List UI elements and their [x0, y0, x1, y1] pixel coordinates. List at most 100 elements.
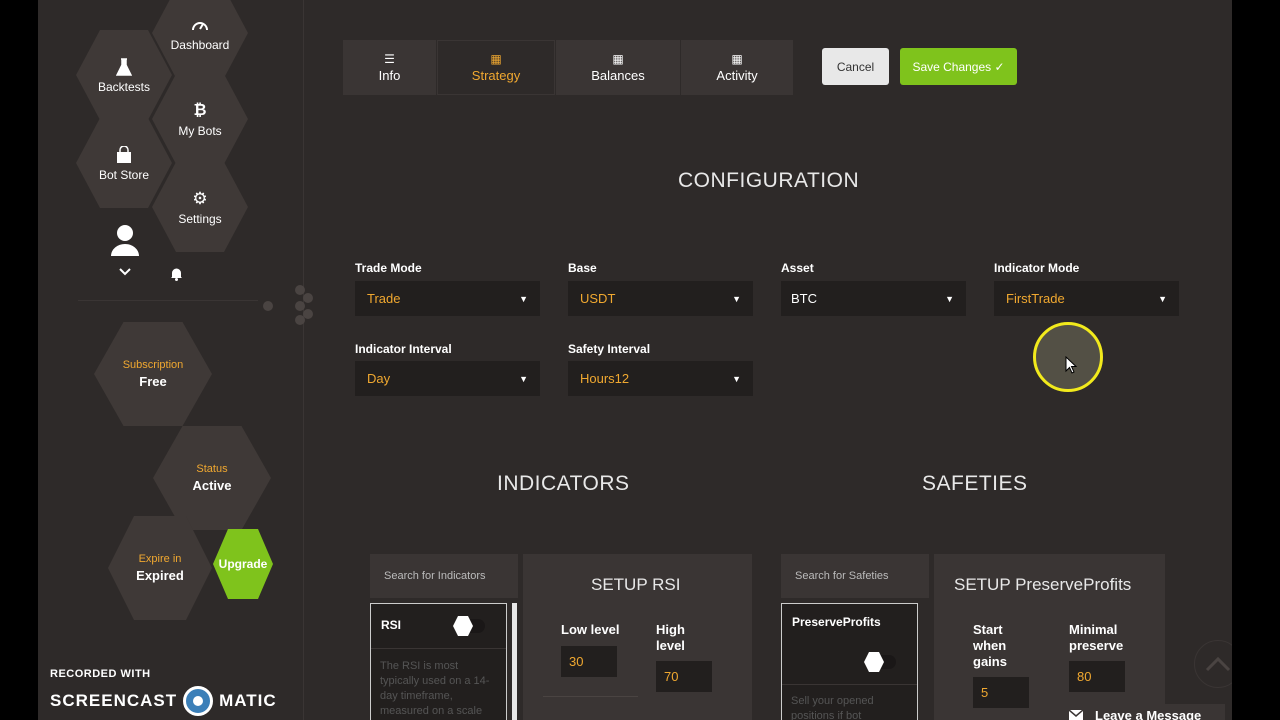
trade-mode-value: Trade — [367, 291, 401, 306]
caret-down-icon: ▼ — [519, 293, 528, 304]
safety-card-description: Sell your opened positions if bot — [791, 695, 874, 720]
leave-message-label: Leave a Message — [1095, 707, 1202, 720]
nav-my-bots-label: My Bots — [178, 123, 222, 138]
subscription-value: Free — [139, 374, 167, 389]
bell-icon[interactable] — [170, 267, 183, 286]
expire-value: Expired — [136, 568, 184, 583]
calendar-icon: ▦ — [612, 52, 624, 66]
tab-activity[interactable]: ▦ Activity — [681, 40, 793, 95]
leave-message-button[interactable]: Leave a Message — [1055, 704, 1225, 720]
sidebar-divider — [78, 300, 258, 301]
base-select[interactable]: USDT ▼ — [568, 281, 753, 316]
low-level-input[interactable]: 30 — [561, 646, 617, 677]
rsi-toggle[interactable] — [453, 616, 485, 636]
chevron-down-icon[interactable] — [118, 264, 132, 282]
mouse-pointer-icon — [1065, 355, 1078, 379]
minimal-preserve-label: Minimal preserve — [1069, 622, 1124, 653]
indicator-mode-select[interactable]: FirstTrade ▼ — [994, 281, 1179, 316]
setup-preserveprofits-title: SETUP PreserveProfits — [954, 575, 1132, 594]
watermark-recorded-label: RECORDED WITH — [50, 668, 151, 680]
safety-interval-select[interactable]: Hours12 ▼ — [568, 361, 753, 396]
cancel-button[interactable]: Cancel — [822, 48, 889, 85]
record-icon — [183, 686, 214, 716]
tab-bar: ☰ Info ▦ Strategy ▦ Balances ▦ Activity — [343, 40, 794, 95]
tab-balances[interactable]: ▦ Balances — [556, 40, 680, 95]
sliders-icon: ☰ — [384, 52, 395, 66]
upgrade-button[interactable]: Upgrade — [213, 529, 273, 599]
shopping-bag-icon — [114, 145, 134, 165]
expire-label: Expire in — [138, 553, 182, 565]
nav-settings[interactable]: ⚙ Settings — [152, 162, 248, 252]
low-level-label: Low level — [561, 622, 620, 637]
trade-mode-label: Trade Mode — [355, 261, 422, 275]
safety-search-input[interactable]: Search for Safeties — [781, 554, 929, 598]
asset-value: BTC — [791, 291, 817, 306]
caret-down-icon: ▼ — [519, 373, 528, 384]
flask-icon — [114, 57, 134, 77]
tab-strategy[interactable]: ▦ Strategy — [437, 40, 555, 95]
caret-down-icon: ▼ — [732, 293, 741, 304]
indicator-search-input[interactable]: Search for Indicators — [370, 554, 518, 598]
high-level-input[interactable]: 70 — [656, 661, 712, 692]
save-changes-button[interactable]: Save Changes ✓ — [900, 48, 1017, 85]
indicator-card-description: The RSI is most typically used on a 14-d… — [380, 660, 490, 717]
sidebar: Dashboard Backtests ₿ My Bots Bot Store … — [38, 0, 313, 720]
setup-rsi-panel: SETUP RSI Low level 30 High level 70 — [523, 554, 752, 720]
card-divider — [782, 684, 917, 685]
base-value: USDT — [580, 291, 616, 306]
tab-balances-label: Balances — [591, 68, 645, 83]
asset-select[interactable]: BTC ▼ — [781, 281, 966, 316]
safety-card-preserveprofits[interactable]: PreserveProfits Sell your opened positio… — [781, 603, 918, 720]
indicator-card-title: RSI — [381, 618, 402, 632]
safety-card-title: PreserveProfits — [792, 615, 881, 629]
indicator-card-rsi[interactable]: RSI The RSI is most typically used on a … — [370, 603, 507, 720]
main-content: ☰ Info ▦ Strategy ▦ Balances ▦ Activity … — [305, 0, 1232, 720]
preserveprofits-toggle[interactable] — [864, 652, 896, 672]
asset-label: Asset — [781, 261, 814, 275]
status-value: Active — [192, 478, 232, 493]
caret-down-icon: ▼ — [1158, 293, 1167, 304]
safety-interval-label: Safety Interval — [568, 342, 651, 356]
tab-info[interactable]: ☰ Info — [343, 40, 436, 95]
nav-dashboard-label: Dashboard — [170, 37, 230, 52]
watermark-brand-right: MATIC — [219, 691, 277, 710]
indicator-interval-label: Indicator Interval — [355, 342, 452, 356]
expire-hex: Expire in Expired — [108, 516, 212, 620]
calendar-icon: ▦ — [490, 52, 502, 66]
bitcoin-icon: ₿ — [193, 101, 207, 119]
high-level-label: High level — [656, 622, 685, 653]
start-when-gains-label: Start when gains — [973, 622, 1007, 669]
trade-mode-select[interactable]: Trade ▼ — [355, 281, 540, 316]
status-hex: Status Active — [153, 426, 271, 530]
toggle-knob — [453, 616, 473, 636]
app-window: Dashboard Backtests ₿ My Bots Bot Store … — [38, 0, 1232, 720]
start-when-gains-input[interactable]: 5 — [973, 677, 1029, 708]
gear-icon: ⚙ — [192, 188, 208, 208]
safeties-heading: SAFETIES — [922, 472, 1028, 495]
nav-settings-label: Settings — [178, 211, 222, 226]
speedometer-icon — [190, 15, 210, 35]
safety-interval-value: Hours12 — [580, 371, 630, 386]
setup-rsi-title: SETUP RSI — [591, 575, 681, 594]
nav-my-bots[interactable]: ₿ My Bots — [152, 74, 248, 164]
scrollbar[interactable] — [512, 603, 517, 720]
caret-down-icon: ▼ — [732, 373, 741, 384]
nav-bot-store[interactable]: Bot Store — [76, 118, 172, 208]
indicator-mode-label: Indicator Mode — [994, 261, 1080, 275]
toggle-knob — [864, 652, 884, 672]
indicators-heading: INDICATORS — [497, 472, 630, 495]
setup-preserveprofits-panel: SETUP PreserveProfits Start when gains 5… — [934, 554, 1165, 720]
screencast-watermark: RECORDED WITH SCREENCAST MATIC — [50, 668, 277, 716]
indicator-interval-select[interactable]: Day ▼ — [355, 361, 540, 396]
status-label: Status — [196, 463, 228, 475]
indicator-interval-value: Day — [367, 371, 391, 386]
nav-backtests-label: Backtests — [97, 79, 151, 94]
user-avatar-icon[interactable] — [110, 224, 140, 258]
tab-strategy-label: Strategy — [471, 68, 521, 83]
indicator-mode-value: FirstTrade — [1006, 291, 1065, 306]
subscription-hex: Subscription Free — [94, 322, 212, 426]
tab-activity-label: Activity — [716, 68, 758, 83]
caret-down-icon: ▼ — [945, 293, 954, 304]
card-divider — [371, 648, 506, 649]
minimal-preserve-input[interactable]: 80 — [1069, 661, 1125, 692]
